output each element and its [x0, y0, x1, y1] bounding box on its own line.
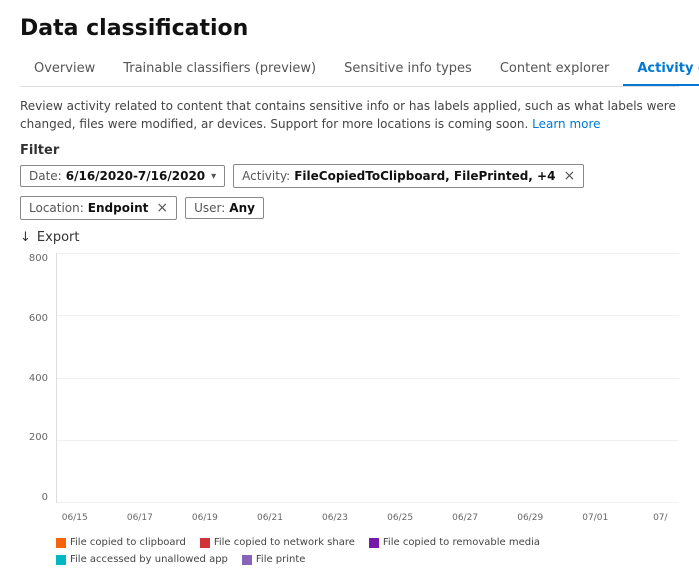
legend-label-network: File copied to network share [214, 537, 355, 548]
chip-value-activity: FileCopiedToClipboard, FilePrinted, +4 [294, 169, 555, 183]
filter-label: Filter [20, 143, 679, 158]
legend-item-removable: File copied to removable media [369, 537, 540, 548]
filter-chip-date[interactable]: Date: 6/16/2020-7/16/2020 ▾ [20, 165, 225, 187]
x-label: 06/21 [255, 513, 285, 523]
x-label: 07/01 [581, 513, 611, 523]
legend-color-clipboard [56, 538, 66, 548]
legend-item-printed: File printe [242, 554, 306, 565]
chart-legend: File copied to clipboard File copied to n… [20, 537, 679, 565]
chip-value-user: Any [229, 201, 255, 215]
x-label: 06/29 [515, 513, 545, 523]
chip-label-date: Date: [29, 169, 62, 183]
chip-label-user: User: [194, 201, 225, 215]
page-container: Data classification OverviewTrainable cl… [0, 0, 699, 581]
filter-chip-activity[interactable]: Activity: FileCopiedToClipboard, FilePri… [233, 164, 584, 188]
tab-content[interactable]: Content explorer [486, 53, 624, 86]
chart-area: 8006004002000 06/1506/1706/1906/2106/230… [20, 253, 679, 533]
x-label: 06/27 [450, 513, 480, 523]
x-label: 06/19 [190, 513, 220, 523]
x-label: 07/ [646, 513, 676, 523]
filter-chip-user[interactable]: User: Any [185, 197, 264, 219]
page-description: Review activity related to content that … [20, 97, 679, 133]
tab-bar: OverviewTrainable classifiers (preview)S… [20, 53, 679, 87]
y-label: 400 [29, 373, 48, 384]
filter-chips: Date: 6/16/2020-7/16/2020 ▾ Activity: File… [20, 164, 679, 220]
chip-value-date: 6/16/2020-7/16/2020 [66, 169, 205, 183]
legend-label-unallowed: File accessed by unallowed app [70, 554, 228, 565]
legend-color-network [200, 538, 210, 548]
y-label: 800 [29, 253, 48, 264]
chart-inner [56, 253, 679, 503]
legend-item-network: File copied to network share [200, 537, 355, 548]
bars-container [57, 253, 679, 502]
legend-item-unallowed: File accessed by unallowed app [56, 554, 228, 565]
export-icon: ↓ [20, 230, 31, 245]
tab-activity[interactable]: Activity explorer [623, 53, 699, 86]
legend-color-removable [369, 538, 379, 548]
filter-chip-location[interactable]: Location: Endpoint × [20, 196, 177, 220]
x-labels: 06/15 06/17 06/19 06/21 06/23 06/25 06/27 06/29… [56, 503, 679, 533]
chip-chevron-date: ▾ [211, 171, 216, 182]
tab-overview[interactable]: Overview [20, 53, 109, 86]
tab-sensitive[interactable]: Sensitive info types [330, 53, 486, 86]
legend-label-removable: File copied to removable media [383, 537, 540, 548]
legend-color-printed [242, 555, 252, 565]
chip-label-activity: Activity: [242, 169, 290, 183]
chart-y-labels: 800 600 400 200 0 [20, 253, 52, 503]
x-label: 06/23 [320, 513, 350, 523]
x-label: 06/25 [385, 513, 415, 523]
chip-value-location: Endpoint [88, 201, 149, 215]
chip-close-location[interactable]: × [156, 200, 168, 216]
export-button[interactable]: ↓ Export [20, 230, 679, 245]
y-label: 600 [29, 313, 48, 324]
y-label: 200 [29, 432, 48, 443]
y-label: 0 [42, 492, 48, 503]
legend-item-clipboard: File copied to clipboard [56, 537, 186, 548]
chip-close-activity[interactable]: × [563, 168, 575, 184]
legend-label-clipboard: File copied to clipboard [70, 537, 186, 548]
page-title: Data classification [20, 16, 679, 41]
legend-label-printed: File printe [256, 554, 306, 565]
learn-more-link[interactable]: Learn more [532, 117, 600, 131]
x-label: 06/17 [125, 513, 155, 523]
tab-trainable[interactable]: Trainable classifiers (preview) [109, 53, 330, 86]
legend-color-unallowed [56, 555, 66, 565]
export-label: Export [37, 230, 80, 245]
x-label: 06/15 [60, 513, 90, 523]
chip-label-location: Location: [29, 201, 84, 215]
